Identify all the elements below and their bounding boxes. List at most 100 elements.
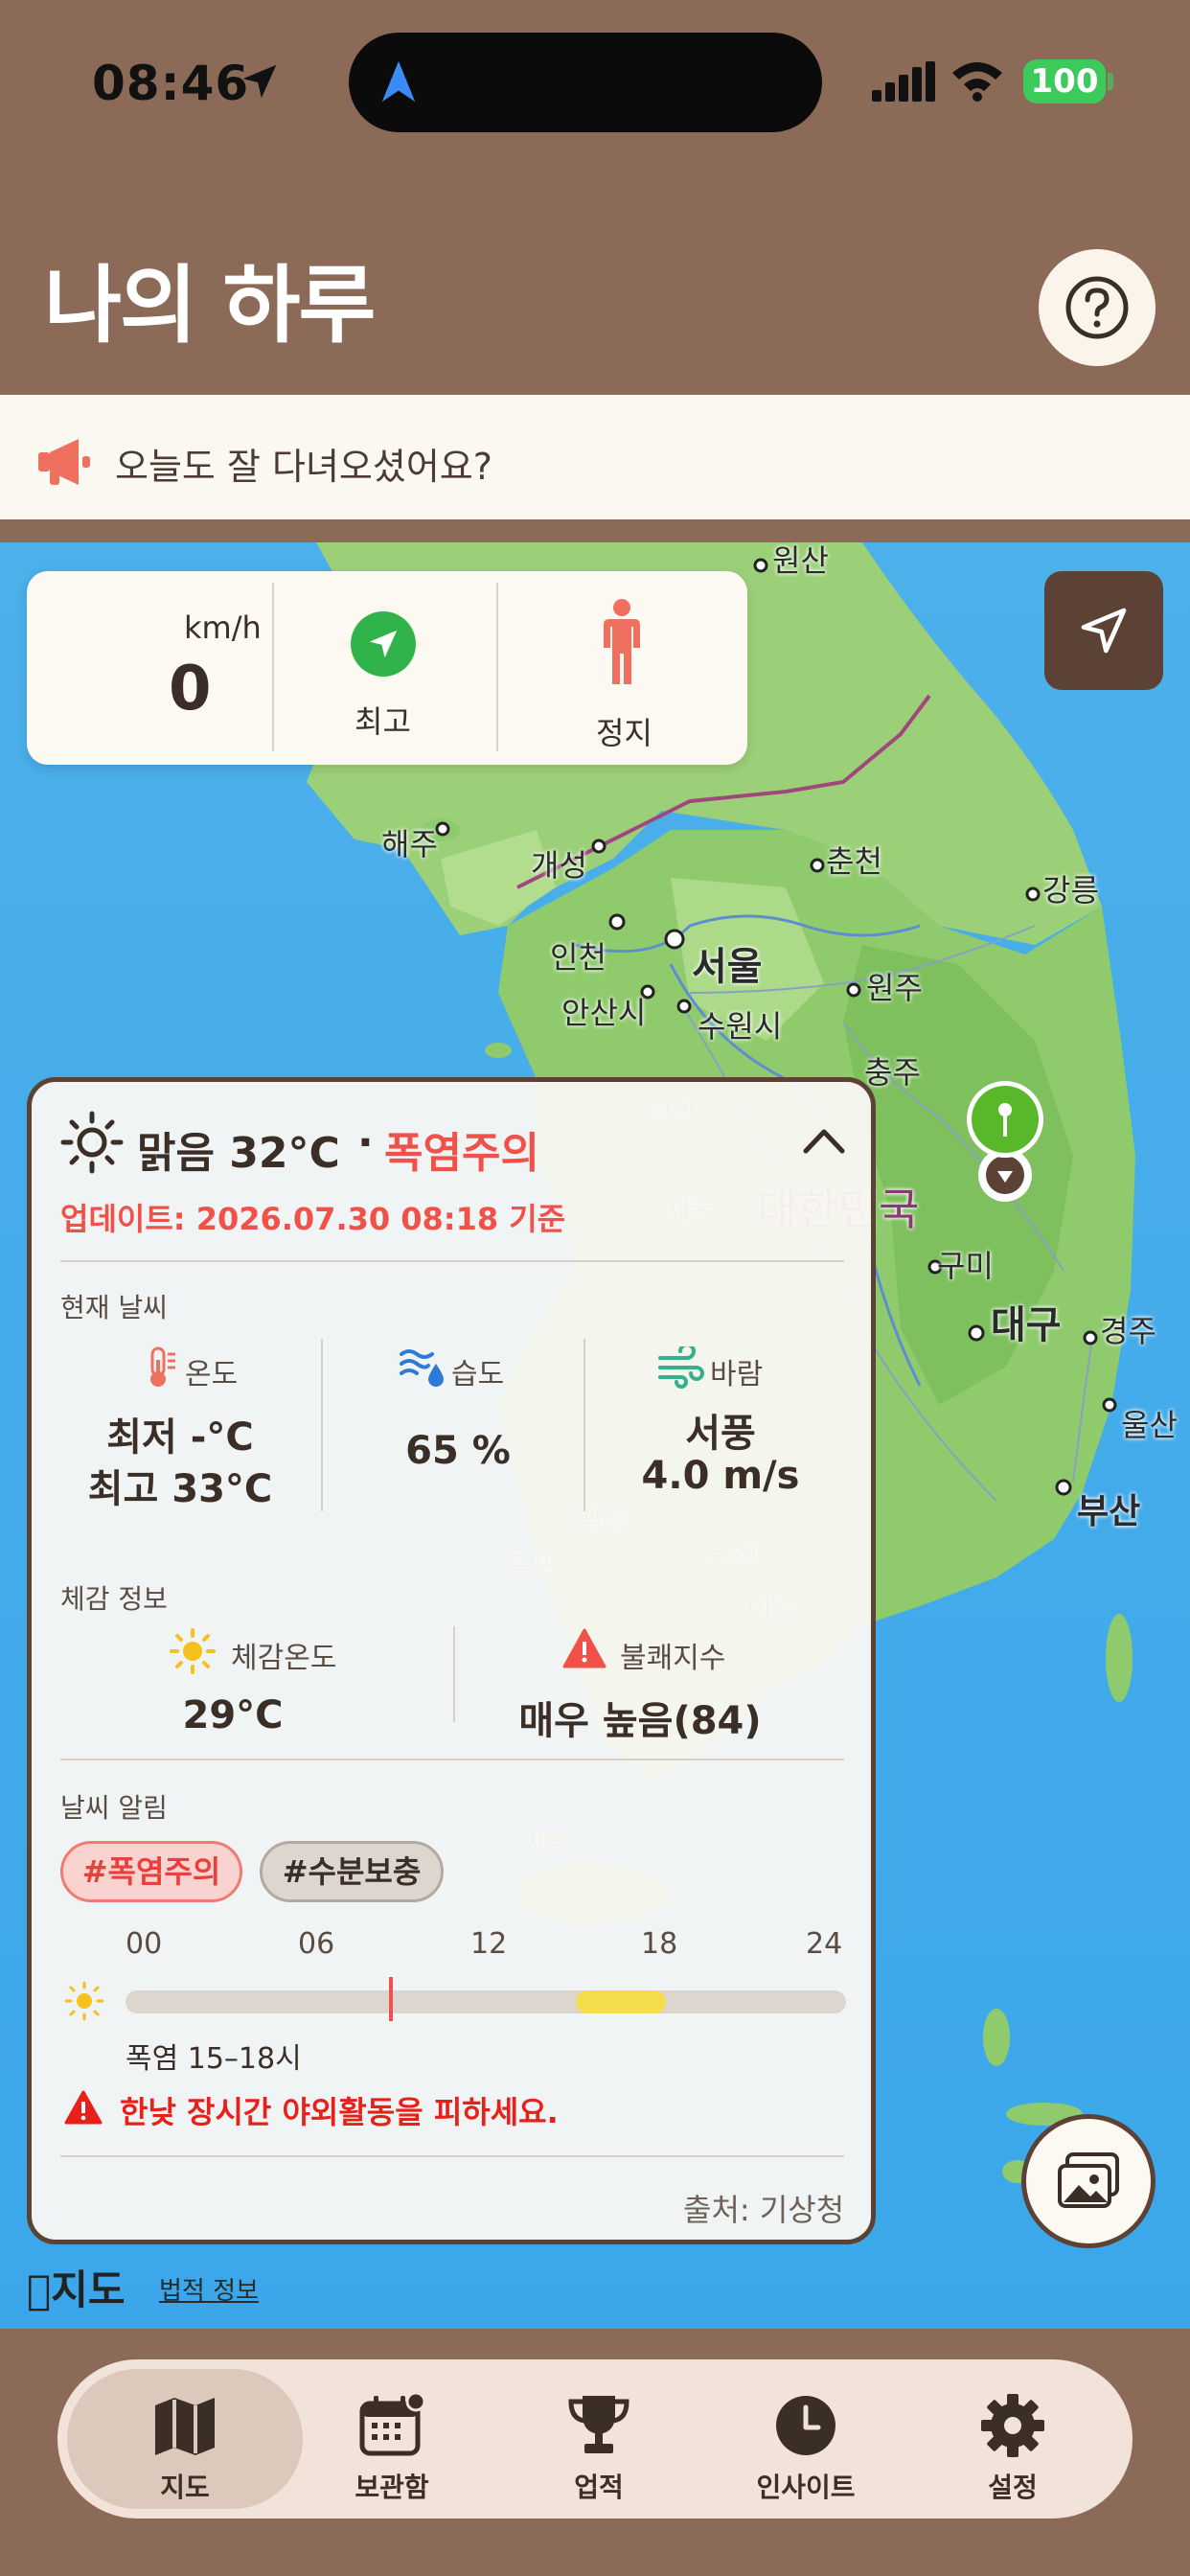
map-label: 경주 bbox=[1100, 1313, 1156, 1349]
sun-icon bbox=[60, 1111, 124, 1174]
clock-icon bbox=[776, 2396, 835, 2455]
map-label: 개성 bbox=[531, 847, 587, 884]
legal-info-link[interactable]: 법적 정보 bbox=[159, 2271, 259, 2307]
heat-timeline-label: 폭염 15–18시 bbox=[126, 2042, 302, 2076]
locate-me-button[interactable] bbox=[1044, 571, 1163, 690]
speed-panel: km/h 0 최고 정지 bbox=[27, 571, 747, 765]
humidity-value: 65 % bbox=[405, 1429, 511, 1473]
sun-icon bbox=[170, 1628, 216, 1674]
help-button[interactable] bbox=[1039, 249, 1156, 366]
feels-like-value: 29°C bbox=[182, 1693, 284, 1737]
section-title-feel: 체감 정보 bbox=[60, 1583, 168, 1615]
weather-condition: 맑음 32°C bbox=[137, 1129, 340, 1178]
temp-label: 온도 bbox=[185, 1358, 239, 1392]
tag-hydration[interactable]: #수분보충 bbox=[260, 1841, 444, 1902]
notice-banner: 오늘도 잘 다녀오셨어요? bbox=[0, 395, 1190, 531]
map-label: 안산시 bbox=[561, 995, 647, 1031]
gear-icon bbox=[981, 2394, 1044, 2457]
speed-unit: km/h bbox=[184, 610, 262, 646]
map-label: 강릉 bbox=[1042, 872, 1099, 908]
divider bbox=[496, 583, 498, 751]
map-label: 춘천 bbox=[826, 843, 882, 880]
weather-alert-title: 폭염주의 bbox=[384, 1129, 539, 1178]
timeline-tick: 24 bbox=[806, 1927, 843, 1961]
warning-triangle-icon bbox=[562, 1628, 606, 1668]
divider bbox=[60, 1759, 844, 1760]
tab-achievements[interactable]: 업적 bbox=[481, 2369, 717, 2509]
map-label: 서울 bbox=[692, 945, 763, 989]
tab-archive[interactable]: 보관함 bbox=[274, 2369, 510, 2509]
tab-bar: 지도 보관함 업적 인사이트 설정 bbox=[57, 2359, 1133, 2518]
trophy-icon bbox=[568, 2396, 629, 2453]
wind-speed: 4.0 m/s bbox=[641, 1454, 800, 1498]
tab-label: 업적 bbox=[574, 2472, 624, 2503]
tab-label: 보관함 bbox=[355, 2472, 429, 2503]
tab-label: 설정 bbox=[988, 2472, 1038, 2503]
photo-stack-icon bbox=[1058, 2152, 1119, 2208]
wifi-icon bbox=[952, 62, 1002, 102]
divider bbox=[453, 1626, 455, 1722]
tab-map[interactable]: 지도 bbox=[67, 2369, 303, 2509]
divider bbox=[272, 583, 274, 751]
navigation-arrow-icon bbox=[369, 630, 398, 658]
thermometer-icon bbox=[150, 1346, 175, 1387]
status-time: 08:46 bbox=[92, 56, 250, 111]
chevron-up-icon[interactable] bbox=[802, 1126, 846, 1155]
tab-settings[interactable]: 설정 bbox=[895, 2369, 1131, 2509]
map-icon bbox=[155, 2398, 215, 2455]
map-label: 울산 bbox=[1121, 1407, 1178, 1443]
timeline-tick: 06 bbox=[298, 1927, 335, 1961]
speed-value: 0 bbox=[169, 654, 212, 724]
section-title-alerts: 날씨 알림 bbox=[60, 1792, 168, 1824]
discomfort-value: 매우 높음(84) bbox=[518, 1699, 762, 1743]
photo-gallery-button[interactable] bbox=[1021, 2114, 1156, 2248]
battery-indicator: 100 bbox=[1023, 59, 1106, 104]
notice-text: 오늘도 잘 다녀오셨어요? bbox=[115, 446, 492, 488]
map-label: 구미 bbox=[937, 1248, 994, 1284]
app-header: 08:46 100 나의 하루 bbox=[0, 0, 1190, 395]
divider bbox=[584, 1339, 585, 1511]
standing-person-icon bbox=[604, 599, 640, 684]
temp-max: 최고 33°C bbox=[87, 1467, 273, 1511]
location-arrow-icon bbox=[1081, 608, 1127, 654]
top-speed-label: 최고 bbox=[355, 703, 411, 740]
map-label: 수원시 bbox=[698, 1008, 783, 1045]
section-title-current: 현재 날씨 bbox=[60, 1292, 168, 1323]
weather-warning-text: 한낮 장시간 야외활동을 피하세요. bbox=[120, 2094, 559, 2130]
location-arrow-icon bbox=[242, 64, 277, 99]
humidity-icon bbox=[400, 1349, 444, 1387]
temp-min: 최저 -°C bbox=[106, 1415, 254, 1460]
map-pin-icon[interactable] bbox=[964, 1081, 1046, 1206]
tab-insights[interactable]: 인사이트 bbox=[688, 2369, 924, 2509]
map-label: 해주 bbox=[381, 826, 438, 862]
battery-nub bbox=[1108, 73, 1113, 90]
title-separator: · bbox=[357, 1118, 374, 1167]
sun-icon bbox=[64, 1981, 104, 2021]
navigation-arrow-icon bbox=[381, 60, 416, 103]
dynamic-island bbox=[349, 33, 822, 132]
wind-direction: 서풍 bbox=[685, 1412, 756, 1456]
stop-status-label: 정지 bbox=[596, 715, 652, 751]
divider bbox=[60, 2155, 844, 2157]
update-time: 업데이트: 2026.07.30 08:18 기준 bbox=[60, 1201, 566, 1237]
page-title: 나의 하루 bbox=[44, 256, 376, 355]
divider bbox=[60, 1260, 844, 1262]
timeline-now-marker bbox=[388, 1977, 393, 2021]
tab-label: 지도 bbox=[160, 2472, 210, 2503]
question-circle-icon bbox=[1065, 276, 1129, 339]
heat-timeline-track bbox=[126, 1990, 846, 2013]
timeline-tick: 18 bbox=[641, 1927, 678, 1961]
map-label: 충주 bbox=[864, 1054, 921, 1091]
map-label: 인천 bbox=[550, 939, 606, 976]
warning-triangle-icon bbox=[64, 2090, 103, 2125]
maps-attribution: 지도 bbox=[27, 2266, 126, 2313]
divider bbox=[321, 1339, 323, 1511]
weather-card: 맑음 32°C · 폭염주의 업데이트: 2026.07.30 08:18 기준… bbox=[27, 1077, 876, 2244]
top-speed-button[interactable] bbox=[351, 611, 416, 677]
feels-like-label: 체감온도 bbox=[231, 1642, 337, 1675]
tag-heat-alert[interactable]: #폭염주의 bbox=[60, 1841, 242, 1902]
map-label: 부산 bbox=[1077, 1492, 1141, 1531]
megaphone-icon bbox=[38, 439, 90, 485]
tab-label: 인사이트 bbox=[756, 2472, 856, 2503]
calendar-icon bbox=[359, 2392, 425, 2456]
